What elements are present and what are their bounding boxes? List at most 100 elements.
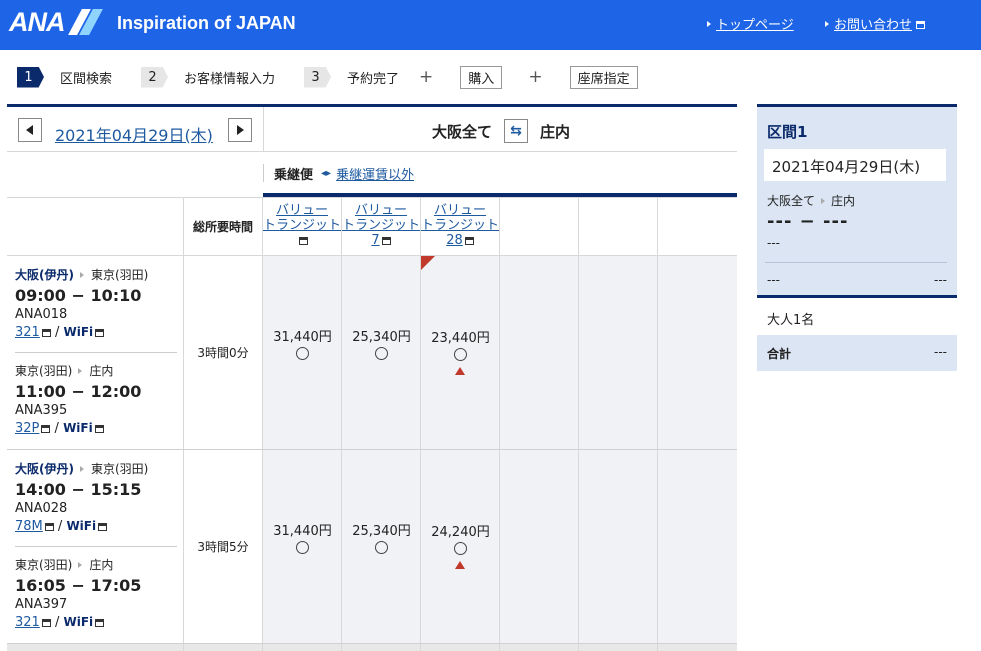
top-page-label: トップページ bbox=[716, 18, 794, 33]
fare-name-line3: 7 bbox=[371, 233, 380, 248]
departure-airport: 大阪(伊丹) bbox=[15, 462, 74, 476]
header-bar: ANA Inspiration of JAPAN トップページ お問い合わせ bbox=[0, 0, 981, 50]
arrival-airport: 東京(羽田) bbox=[90, 268, 149, 282]
transit-filter: 乗継便 ◂▸ 乗継運賃以外 bbox=[263, 157, 737, 189]
seat-selection-option: 座席指定 bbox=[569, 65, 638, 89]
logo-stripe-icon bbox=[67, 9, 103, 35]
select-radio[interactable] bbox=[375, 347, 388, 360]
step-number-3: 3 bbox=[304, 66, 332, 88]
info-window-icon bbox=[41, 619, 51, 627]
select-radio[interactable] bbox=[454, 542, 467, 555]
segment-flight: --- bbox=[767, 236, 780, 250]
aircraft-link[interactable]: 321 bbox=[15, 615, 40, 630]
select-radio[interactable] bbox=[296, 541, 309, 554]
fare-name-line1: バリュー bbox=[433, 203, 486, 218]
flight-results-panel: 2021年04月29日(木) 大阪全て ⇆ 庄内 乗継便 ◂▸ 乗継運賃以外 総… bbox=[7, 104, 737, 651]
new-window-icon bbox=[916, 21, 926, 29]
select-radio[interactable] bbox=[296, 347, 309, 360]
flight-leg: 東京(羽田) 庄内 11:00 − 12:00 ANA395 32P / WiFi bbox=[15, 362, 177, 436]
previous-day-button[interactable] bbox=[18, 118, 42, 142]
next-day-button[interactable] bbox=[228, 118, 252, 142]
total-value: --- bbox=[934, 345, 947, 359]
segment-destination: 庄内 bbox=[831, 194, 856, 208]
fare-header-empty bbox=[500, 198, 579, 255]
wifi-label[interactable]: WiFi bbox=[63, 421, 93, 435]
fare-header-value-transit-28[interactable]: バリュー トランジット 28 bbox=[421, 198, 500, 255]
step-number-2: 2 bbox=[141, 66, 169, 88]
fare-cell[interactable]: 31,440円 bbox=[263, 256, 342, 449]
fare-price: 31,440円 bbox=[273, 524, 332, 539]
fare-name-line3: 28 bbox=[446, 233, 463, 248]
leg-divider bbox=[15, 546, 177, 547]
segment-summary-box: 区間1 2021年04月29日(木) 大阪全て 庄内 --- − --- --- … bbox=[757, 104, 957, 295]
wifi-label[interactable]: WiFi bbox=[64, 325, 94, 339]
contact-label: お問い合わせ bbox=[834, 18, 913, 33]
fare-name-line1: バリュー bbox=[275, 203, 328, 218]
aircraft-link[interactable]: 321 bbox=[15, 325, 40, 340]
column-header-row: 総所要時間 バリュー トランジット バリュー トランジット 7 バリュー トラン… bbox=[7, 197, 737, 256]
leg-airports: 東京(羽田) 庄内 bbox=[15, 362, 177, 379]
info-window-icon bbox=[94, 425, 104, 433]
fare-cell-empty bbox=[658, 450, 737, 643]
divider bbox=[263, 107, 264, 152]
segment-times: --- − --- bbox=[767, 211, 849, 232]
fare-header-value-transit-7[interactable]: バリュー トランジット 7 bbox=[342, 198, 421, 255]
leg-airports: 大阪(伊丹) 東京(羽田) bbox=[15, 266, 177, 283]
fare-price: 25,340円 bbox=[352, 330, 411, 345]
fare-cell bbox=[342, 644, 421, 651]
flight-row: 大阪(伊丹) 東京(羽田) 09:00 − 10:10 ANA018 321 / … bbox=[7, 256, 737, 450]
fare-cell[interactable]: 31,440円 bbox=[263, 450, 342, 643]
wifi-label[interactable]: WiFi bbox=[64, 615, 94, 629]
step-label-complete: 予約完了 bbox=[347, 71, 400, 87]
equipment-info: 32P / WiFi bbox=[15, 421, 177, 436]
aircraft-link[interactable]: 78M bbox=[15, 519, 43, 534]
fare-cell[interactable]: 23,440円 bbox=[421, 256, 500, 449]
date-bar: 2021年04月29日(木) 大阪全て ⇆ 庄内 bbox=[7, 107, 737, 152]
segment-route: 大阪全て 庄内 bbox=[767, 192, 855, 209]
fare-header-empty bbox=[579, 198, 658, 255]
fare-name-line2: トランジット bbox=[263, 218, 342, 233]
leg-time: 09:00 − 10:10 bbox=[15, 286, 142, 305]
fare-price: 23,440円 bbox=[431, 331, 490, 346]
arrival-airport: 庄内 bbox=[89, 558, 114, 572]
leg-airports: 大阪(伊丹) 東京(羽田) bbox=[15, 460, 177, 477]
fare-header-value-transit[interactable]: バリュー トランジット bbox=[263, 198, 342, 255]
info-window-icon bbox=[298, 237, 308, 245]
plus-icon: + bbox=[419, 67, 434, 87]
segment-fare-amount: --- bbox=[934, 273, 947, 287]
flight-leg: 大阪(伊丹) 東京(羽田) 14:00 − 15:15 ANA028 78M / … bbox=[15, 460, 177, 534]
price-up-icon bbox=[455, 367, 465, 375]
arrow-right-icon bbox=[78, 562, 83, 568]
swap-icon[interactable]: ⇆ bbox=[504, 119, 529, 143]
segment-fare-type: --- bbox=[767, 273, 780, 287]
non-transit-fare-link[interactable]: 乗継運賃以外 bbox=[336, 164, 414, 183]
leg-time: 11:00 − 12:00 bbox=[15, 382, 142, 401]
leg-time: 14:00 − 15:15 bbox=[15, 480, 142, 499]
equipment-info: 321 / WiFi bbox=[15, 325, 177, 340]
segment-title: 区間1 bbox=[767, 123, 808, 141]
leg-time: 16:05 − 17:05 bbox=[15, 576, 142, 595]
select-radio[interactable] bbox=[454, 348, 467, 361]
contact-link[interactable]: お問い合わせ bbox=[825, 14, 926, 33]
fare-header-empty bbox=[658, 198, 737, 255]
date-link[interactable]: 2021年04月29日(木) bbox=[55, 122, 213, 146]
flight-number: ANA397 bbox=[15, 597, 68, 612]
fare-cell[interactable]: 25,340円 bbox=[342, 450, 421, 643]
triangle-right-icon bbox=[825, 21, 829, 27]
select-radio[interactable] bbox=[375, 541, 388, 554]
fare-cell[interactable]: 24,240円 bbox=[421, 450, 500, 643]
segment-origin: 大阪全て bbox=[767, 194, 816, 208]
departure-airport: 東京(羽田) bbox=[15, 364, 73, 378]
flight-number: ANA018 bbox=[15, 307, 68, 322]
divider bbox=[765, 262, 947, 263]
info-window-icon bbox=[41, 425, 51, 433]
fare-cell[interactable]: 25,340円 bbox=[342, 256, 421, 449]
top-page-link[interactable]: トップページ bbox=[707, 14, 794, 33]
leg-divider bbox=[15, 352, 177, 353]
aircraft-link[interactable]: 32P bbox=[15, 421, 39, 436]
ana-logo[interactable]: ANA bbox=[9, 7, 103, 37]
fare-cell bbox=[263, 644, 342, 651]
wifi-label[interactable]: WiFi bbox=[66, 519, 96, 533]
segment-date: 2021年04月29日(木) bbox=[764, 149, 946, 181]
flight-legs: 大阪(伊丹) 東京(羽田) 14:00 − 15:15 ANA028 78M / … bbox=[7, 450, 184, 643]
